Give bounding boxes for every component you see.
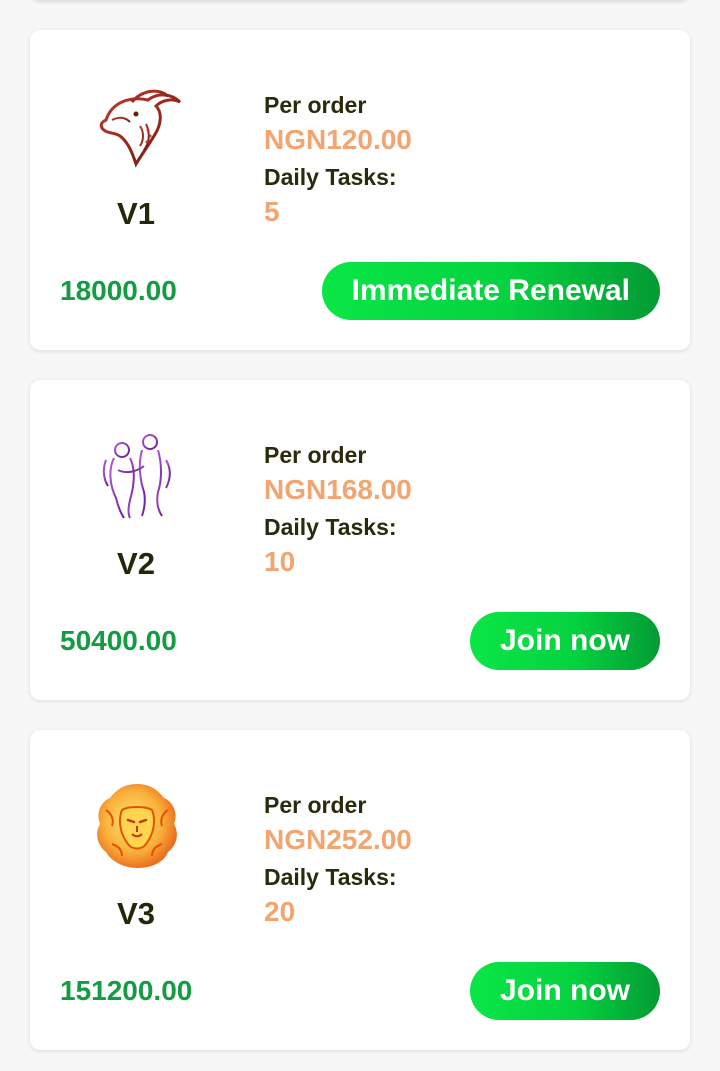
daily-tasks-value: 20 [264,896,296,927]
goat-emblem-icon [92,80,182,170]
plan-price: 18000.00 [60,275,177,306]
plan-price: 50400.00 [60,625,177,656]
plan-level-name: V2 [117,546,155,581]
per-order-label: Per order [264,92,367,118]
daily-tasks-value: 5 [264,196,280,227]
plan-card-v1: V1 Per order NGN120.00 Daily Tasks: 5 18… [30,30,690,350]
daily-tasks-label: Daily Tasks: [264,514,397,540]
daily-tasks-value: 10 [264,546,296,577]
per-order-value: NGN168.00 [264,474,412,505]
plan-card-v2: V2 Per order NGN168.00 Daily Tasks: 10 5… [30,380,690,700]
twins-emblem-icon [92,430,182,520]
join-now-button[interactable]: Join now [470,962,660,1020]
join-now-button[interactable]: Join now [470,612,660,670]
plan-price: 151200.00 [60,975,193,1006]
plan-level-name: V3 [117,896,155,931]
plan-level-name: V1 [117,196,155,231]
per-order-label: Per order [264,442,367,468]
daily-tasks-label: Daily Tasks: [264,164,397,190]
plan-card-v3: V3 Per order NGN252.00 Daily Tasks: 20 1… [30,730,690,1050]
per-order-value: NGN120.00 [264,124,412,155]
daily-tasks-label: Daily Tasks: [264,864,397,890]
per-order-value: NGN252.00 [264,824,412,855]
per-order-label: Per order [264,792,367,818]
lion-emblem-icon [92,780,182,870]
immediate-renewal-button[interactable]: Immediate Renewal [321,262,660,320]
